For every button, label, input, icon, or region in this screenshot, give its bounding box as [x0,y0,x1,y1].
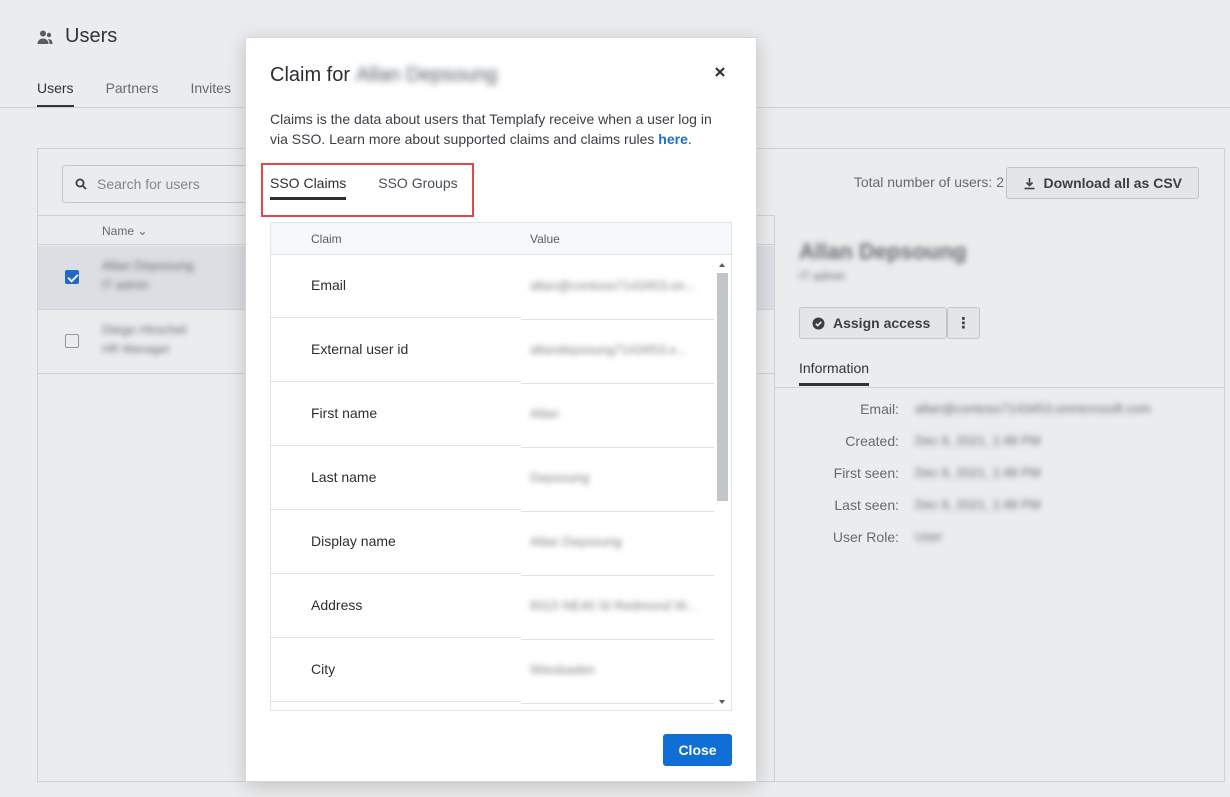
claims-table: Claim Value Email allan@contoso7143453.on… [270,222,732,711]
column-header-value: Value [530,232,560,246]
claim-name: Last name [311,469,377,485]
claims-dialog: Claim for Allan Depsoung Claims is the d… [245,37,757,782]
close-icon[interactable] [714,66,726,78]
claim-value: Depsoung [530,470,590,485]
column-header-claim: Claim [311,232,342,246]
claim-name: External user id [311,341,409,357]
claim-value: allan@contoso7143453.on... [530,278,696,293]
divider [521,703,714,704]
claims-tabs: SSO Claims SSO Groups [270,175,458,200]
divider [271,701,521,702]
claim-value: allandepsoung7143453.o... [530,342,687,357]
table-row: Last name Depsoung [271,446,714,512]
table-row: First name Allan [271,382,714,448]
claim-value: Wiesbaden [530,662,596,677]
claim-name: First name [311,405,378,421]
dialog-title: Claim for Allan Depsoung [270,64,497,87]
claim-name: City [311,661,336,677]
table-header: Claim Value [271,223,731,255]
claim-value: Allan Depsoung [530,534,622,549]
description-text: Claims is the data about users that Temp… [270,111,712,147]
table-row: City Wiesbaden [271,638,714,704]
dialog-description: Claims is the data about users that Temp… [270,111,712,147]
table-row: Display name Allan Depsoung [271,510,714,576]
table-row: External user id allandepsoung7143453.o..… [271,318,714,384]
table-row: Address 8315 NE40 St Redmond W... [271,574,714,640]
scroll-down-arrow-icon[interactable] [719,700,725,704]
tab-sso-claims[interactable]: SSO Claims [270,175,347,200]
claim-name: Display name [311,533,396,549]
close-button[interactable]: Close [663,734,732,766]
dialog-title-user-name: Allan Depsoung [356,64,498,86]
scroll-up-arrow-icon[interactable] [719,263,725,267]
dialog-title-prefix: Claim for [270,64,351,86]
tab-sso-groups[interactable]: SSO Groups [378,175,457,198]
scrollbar-thumb[interactable] [717,273,728,501]
claim-value: Allan [530,406,559,421]
claim-name: Email [311,277,347,293]
claim-value: 8315 NE40 St Redmond W... [530,598,697,613]
learn-more-link[interactable]: here [658,131,688,147]
table-row: Email allan@contoso7143453.on... [271,254,714,320]
claim-name: Address [311,597,363,613]
table-scrollbar[interactable] [715,256,730,710]
